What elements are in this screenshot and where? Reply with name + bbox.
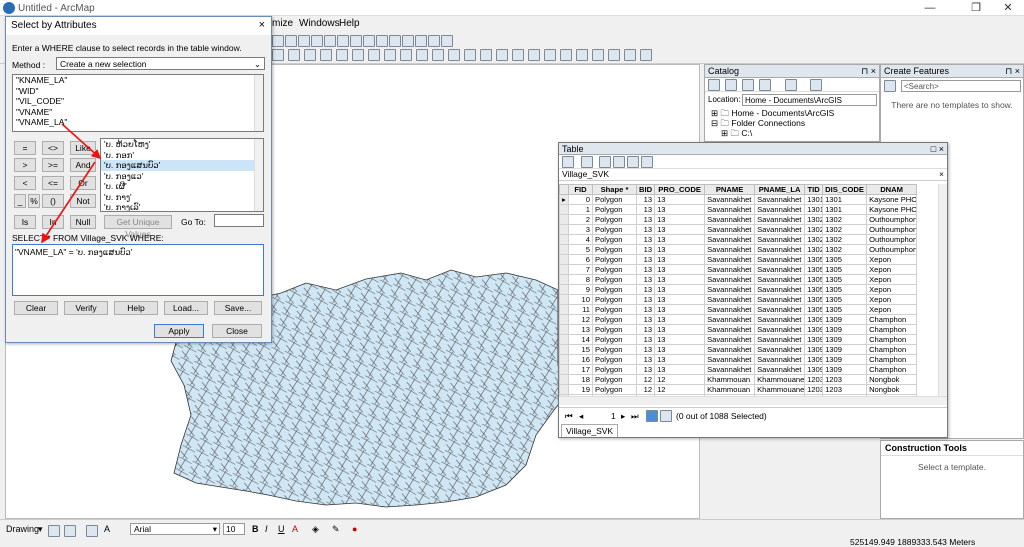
arrow-value-to-expression [41, 161, 96, 244]
line-color-icon[interactable]: ✎ [332, 524, 340, 535]
rotate-icon[interactable] [64, 525, 76, 537]
marker-color-icon[interactable]: ● [352, 524, 357, 534]
coordinates-readout: 525149.949 1889333.543 Meters [850, 537, 976, 547]
rectangle-icon[interactable] [86, 525, 98, 537]
drawing-menu[interactable]: Drawing [6, 524, 39, 534]
italic-button[interactable]: I [265, 524, 268, 534]
select-elements-icon[interactable] [48, 525, 60, 537]
fill-color-icon[interactable]: ◈ [312, 524, 319, 535]
font-select[interactable]: Arial ▾ [130, 523, 220, 535]
text-tool-icon[interactable]: A [104, 524, 110, 534]
annotation-arrows [41, 123, 102, 244]
arrow-field-to-value [61, 123, 102, 160]
bottom-bars: Drawing ▾ A Arial ▾ 10 B I U A ◈ ✎ ● 5251… [0, 519, 1024, 547]
underline-button[interactable]: U [278, 524, 285, 534]
drawing-dropdown-icon[interactable]: ▾ [38, 524, 43, 535]
font-color-icon[interactable]: A [292, 524, 298, 534]
font-size-select[interactable]: 10 [223, 523, 245, 535]
bold-button[interactable]: B [252, 524, 259, 534]
